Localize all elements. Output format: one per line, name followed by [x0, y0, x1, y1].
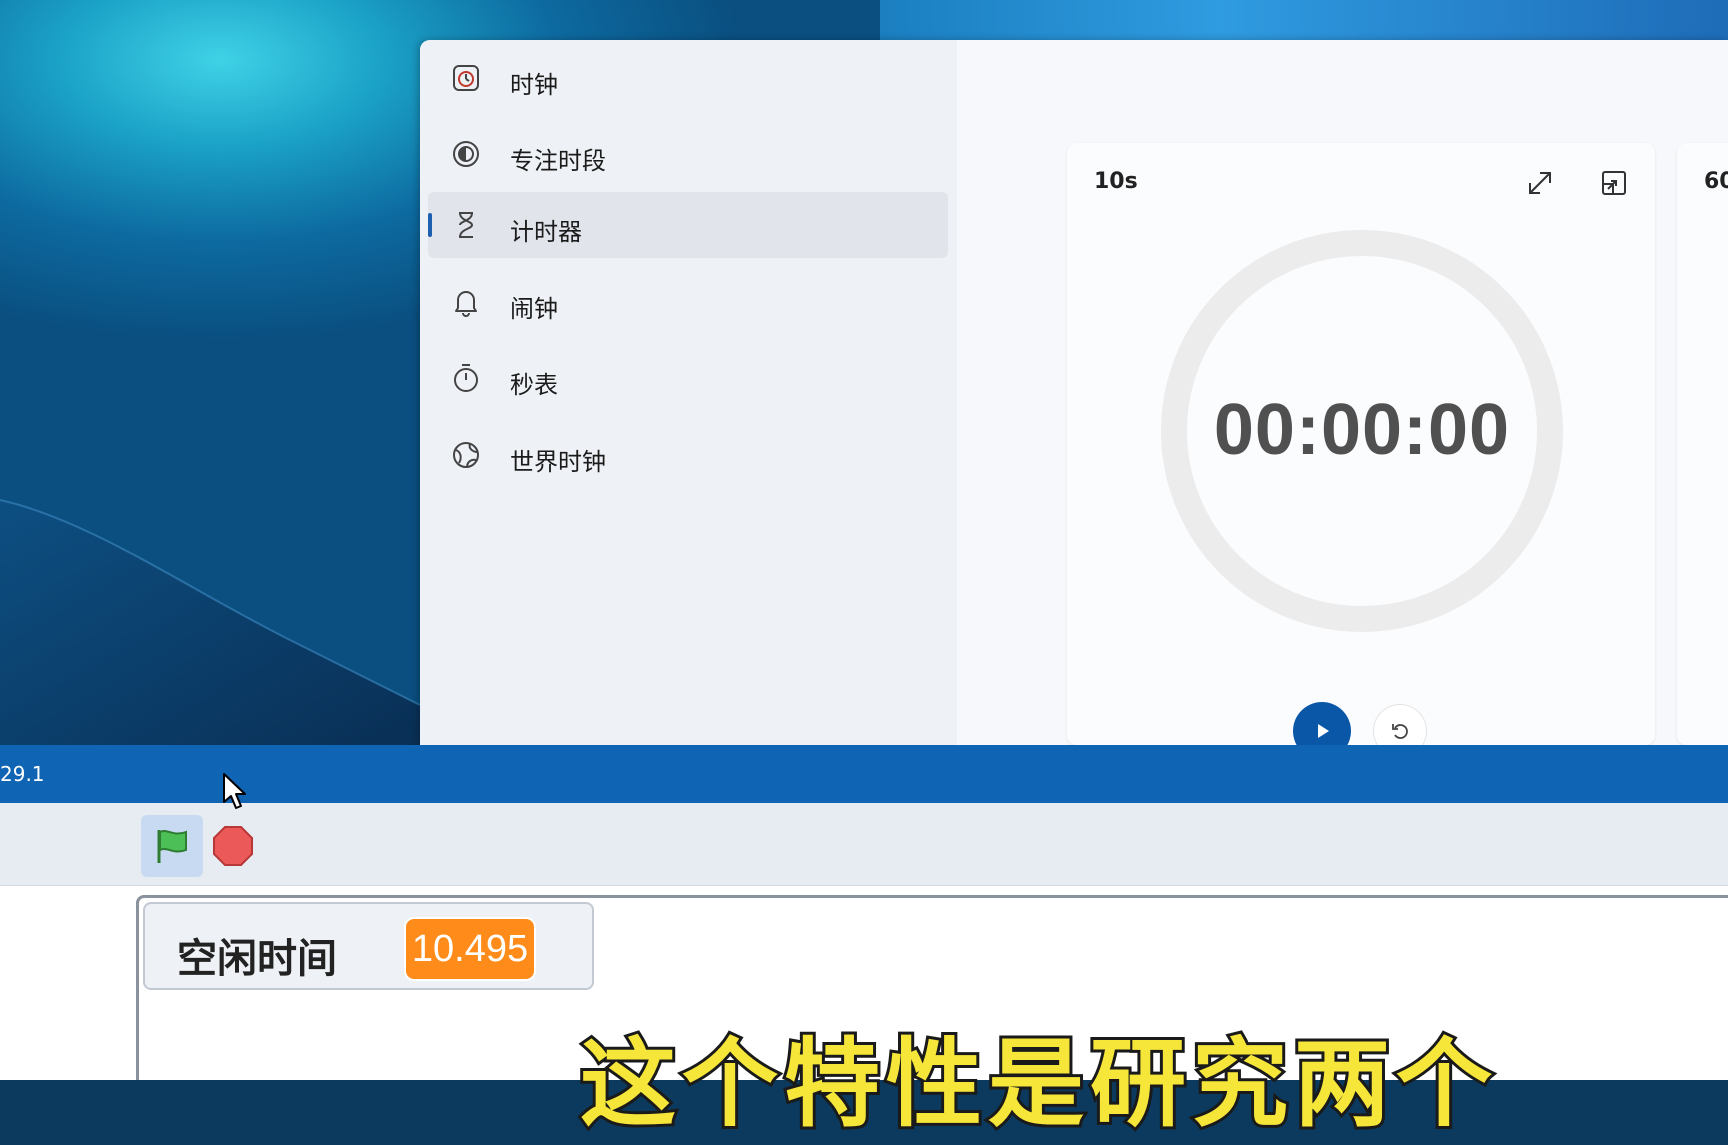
- green-flag-button[interactable]: [141, 815, 203, 877]
- nav-item-label: 闹钟: [510, 295, 558, 323]
- wallpaper-hill: [0, 499, 420, 745]
- reset-button[interactable]: [1373, 704, 1427, 745]
- timer-name: 60: [1704, 169, 1728, 194]
- nav-item-label: 世界时钟: [510, 448, 606, 476]
- play-icon: [1318, 724, 1329, 738]
- selection-indicator: [428, 213, 432, 237]
- play-button[interactable]: [1293, 702, 1351, 745]
- editor-title-bar: 29.1: [0, 745, 1728, 803]
- stage-controls-bar: [0, 803, 1728, 886]
- stop-icon[interactable]: [212, 825, 254, 867]
- nav-item-focus[interactable]: 专注时段: [428, 121, 948, 187]
- nav-item-label: 时钟: [510, 71, 558, 99]
- nav-item-world-clock[interactable]: 世界时钟: [428, 422, 948, 488]
- expand-icon[interactable]: [1522, 165, 1558, 201]
- mouse-cursor-icon: [223, 773, 246, 809]
- nav-item-label: 专注时段: [510, 147, 606, 175]
- clock-app-window: 时钟 专注时段 计时器 闹钟 秒表 世界时钟 10s 00:00:00 60: [420, 40, 1728, 745]
- nav-item-stopwatch[interactable]: 秒表: [428, 345, 948, 411]
- clock-nav-pane: 时钟 专注时段 计时器 闹钟 秒表 世界时钟: [420, 40, 957, 745]
- nav-item-clock[interactable]: 时钟: [428, 45, 948, 111]
- clock-icon: [453, 65, 479, 91]
- stopwatch-icon: [454, 364, 478, 392]
- variable-name: 空闲时间: [177, 936, 337, 982]
- nav-item-alarm[interactable]: 闹钟: [428, 269, 948, 335]
- version-label: 29.1: [0, 762, 45, 786]
- green-flag-icon: [157, 830, 187, 863]
- reset-icon: [1392, 724, 1408, 739]
- timer-card-partial[interactable]: 60: [1677, 143, 1728, 745]
- nav-item-timer[interactable]: 计时器: [428, 192, 948, 258]
- focus-icon: [453, 141, 479, 167]
- timer-display: 00:00:00: [1213, 390, 1511, 470]
- timer-name: 10s: [1094, 169, 1138, 194]
- keep-on-top-icon[interactable]: [1596, 165, 1632, 201]
- variable-monitor[interactable]: 空闲时间 10.495: [143, 902, 594, 990]
- nav-item-label: 秒表: [510, 371, 558, 399]
- bell-icon: [455, 291, 477, 317]
- variable-value: 10.495: [404, 917, 536, 981]
- globe-icon: [453, 442, 479, 468]
- nav-item-label: 计时器: [510, 218, 582, 246]
- timer-card[interactable]: 10s 00:00:00: [1067, 143, 1655, 745]
- video-subtitle: 这个特性是研究两个: [577, 1025, 1498, 1143]
- timer-content-area: 10s 00:00:00 60: [957, 40, 1728, 745]
- hourglass-icon: [459, 212, 474, 238]
